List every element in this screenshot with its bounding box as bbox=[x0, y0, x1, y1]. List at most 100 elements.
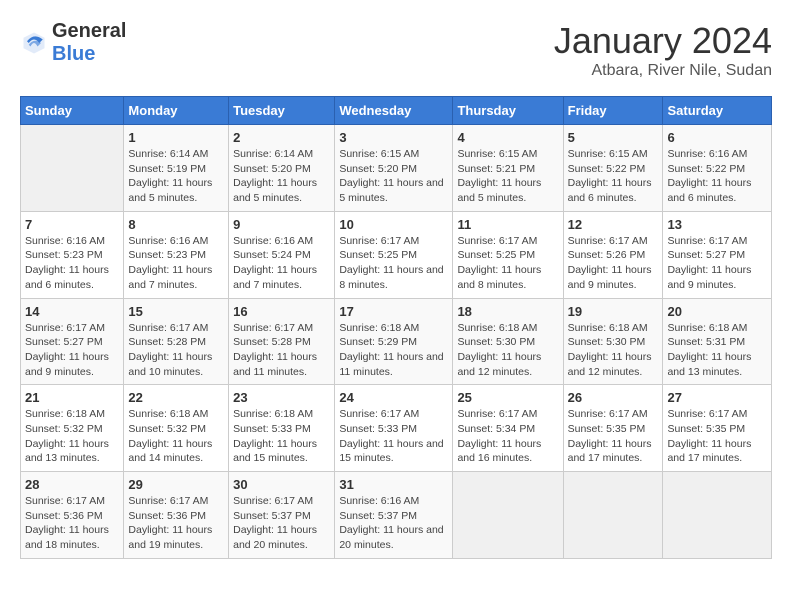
header-day-thursday: Thursday bbox=[453, 97, 563, 125]
calendar-cell: 5 Sunrise: 6:15 AMSunset: 5:22 PMDaylight… bbox=[563, 125, 663, 212]
day-number: 19 bbox=[568, 304, 659, 319]
calendar-cell: 11Sunrise: 6:17 AMSunset: 5:25 PMDayligh… bbox=[453, 211, 563, 298]
title-area: January 2024 Atbara, River Nile, Sudan bbox=[554, 20, 772, 80]
calendar-cell: 30 Sunrise: 6:17 AMSunset: 5:37 PMDayligh… bbox=[229, 472, 335, 559]
day-number: 15 bbox=[128, 304, 224, 319]
day-detail: Sunrise: 6:17 AMSunset: 5:34 PMDaylight:… bbox=[457, 407, 558, 466]
header-day-tuesday: Tuesday bbox=[229, 97, 335, 125]
day-number: 30 bbox=[233, 477, 330, 492]
calendar-cell: 29Sunrise: 6:17 AMSunset: 5:36 PMDayligh… bbox=[124, 472, 229, 559]
day-number: 25 bbox=[457, 390, 558, 405]
logo-text: General Blue bbox=[52, 20, 126, 66]
calendar-cell: 19 Sunrise: 6:18 AMSunset: 5:30 PMDayligh… bbox=[563, 298, 663, 385]
calendar-cell: 7 Sunrise: 6:16 AMSunset: 5:23 PMDaylight… bbox=[21, 211, 124, 298]
calendar-cell: 14 Sunrise: 6:17 AMSunset: 5:27 PMDayligh… bbox=[21, 298, 124, 385]
day-number: 27 bbox=[667, 390, 767, 405]
calendar-cell: 23 Sunrise: 6:18 AMSunset: 5:33 PMDayligh… bbox=[229, 385, 335, 472]
day-number: 12 bbox=[568, 217, 659, 232]
calendar-cell: 1 Sunrise: 6:14 AMSunset: 5:19 PMDaylight… bbox=[124, 125, 229, 212]
day-detail: Sunrise: 6:16 AMSunset: 5:23 PMDaylight:… bbox=[25, 234, 119, 293]
header: General Blue January 2024 Atbara, River … bbox=[20, 20, 772, 80]
day-detail: Sunrise: 6:17 AMSunset: 5:27 PMDaylight:… bbox=[667, 234, 767, 293]
header-day-monday: Monday bbox=[124, 97, 229, 125]
day-detail: Sunrise: 6:17 AMSunset: 5:27 PMDaylight:… bbox=[25, 321, 119, 380]
day-detail: Sunrise: 6:18 AMSunset: 5:32 PMDaylight:… bbox=[25, 407, 119, 466]
day-number: 24 bbox=[339, 390, 448, 405]
calendar-cell: 6 Sunrise: 6:16 AMSunset: 5:22 PMDaylight… bbox=[663, 125, 772, 212]
calendar-cell: 4 Sunrise: 6:15 AMSunset: 5:21 PMDaylight… bbox=[453, 125, 563, 212]
calendar-cell: 27 Sunrise: 6:17 AMSunset: 5:35 PMDayligh… bbox=[663, 385, 772, 472]
day-number: 28 bbox=[25, 477, 119, 492]
header-day-friday: Friday bbox=[563, 97, 663, 125]
day-number: 5 bbox=[568, 130, 659, 145]
day-detail: Sunrise: 6:17 AMSunset: 5:35 PMDaylight:… bbox=[667, 407, 767, 466]
day-detail: Sunrise: 6:18 AMSunset: 5:30 PMDaylight:… bbox=[457, 321, 558, 380]
calendar-cell: 16Sunrise: 6:17 AMSunset: 5:28 PMDayligh… bbox=[229, 298, 335, 385]
main-title: January 2024 bbox=[554, 20, 772, 62]
day-detail: Sunrise: 6:17 AMSunset: 5:36 PMDaylight:… bbox=[25, 494, 119, 553]
calendar-week-row: 1 Sunrise: 6:14 AMSunset: 5:19 PMDaylight… bbox=[21, 125, 772, 212]
day-detail: Sunrise: 6:17 AMSunset: 5:35 PMDaylight:… bbox=[568, 407, 659, 466]
calendar-cell bbox=[21, 125, 124, 212]
calendar-week-row: 28 Sunrise: 6:17 AMSunset: 5:36 PMDayligh… bbox=[21, 472, 772, 559]
day-detail: Sunrise: 6:18 AMSunset: 5:33 PMDaylight:… bbox=[233, 407, 330, 466]
day-number: 26 bbox=[568, 390, 659, 405]
day-detail: Sunrise: 6:17 AMSunset: 5:25 PMDaylight:… bbox=[339, 234, 448, 293]
calendar-header-row: SundayMondayTuesdayWednesdayThursdayFrid… bbox=[21, 97, 772, 125]
day-detail: Sunrise: 6:15 AMSunset: 5:22 PMDaylight:… bbox=[568, 147, 659, 206]
calendar-cell: 18 Sunrise: 6:18 AMSunset: 5:30 PMDayligh… bbox=[453, 298, 563, 385]
day-detail: Sunrise: 6:16 AMSunset: 5:22 PMDaylight:… bbox=[667, 147, 767, 206]
day-detail: Sunrise: 6:15 AMSunset: 5:21 PMDaylight:… bbox=[457, 147, 558, 206]
day-number: 20 bbox=[667, 304, 767, 319]
calendar-cell: 15 Sunrise: 6:17 AMSunset: 5:28 PMDayligh… bbox=[124, 298, 229, 385]
calendar-cell: 20 Sunrise: 6:18 AMSunset: 5:31 PMDayligh… bbox=[663, 298, 772, 385]
calendar-cell bbox=[453, 472, 563, 559]
day-detail: Sunrise: 6:18 AMSunset: 5:31 PMDaylight:… bbox=[667, 321, 767, 380]
day-number: 23 bbox=[233, 390, 330, 405]
day-detail: Sunrise: 6:17 AMSunset: 5:33 PMDaylight:… bbox=[339, 407, 448, 466]
day-number: 8 bbox=[128, 217, 224, 232]
day-number: 1 bbox=[128, 130, 224, 145]
generalblue-icon bbox=[20, 29, 48, 57]
day-number: 18 bbox=[457, 304, 558, 319]
logo: General Blue bbox=[20, 20, 126, 66]
day-detail: Sunrise: 6:17 AMSunset: 5:37 PMDaylight:… bbox=[233, 494, 330, 553]
subtitle: Atbara, River Nile, Sudan bbox=[554, 62, 772, 80]
calendar-cell: 3Sunrise: 6:15 AMSunset: 5:20 PMDaylight… bbox=[335, 125, 453, 212]
calendar-cell: 22Sunrise: 6:18 AMSunset: 5:32 PMDayligh… bbox=[124, 385, 229, 472]
header-day-wednesday: Wednesday bbox=[335, 97, 453, 125]
day-detail: Sunrise: 6:17 AMSunset: 5:36 PMDaylight:… bbox=[128, 494, 224, 553]
day-detail: Sunrise: 6:14 AMSunset: 5:19 PMDaylight:… bbox=[128, 147, 224, 206]
calendar-cell bbox=[663, 472, 772, 559]
calendar-week-row: 14 Sunrise: 6:17 AMSunset: 5:27 PMDayligh… bbox=[21, 298, 772, 385]
calendar-week-row: 21 Sunrise: 6:18 AMSunset: 5:32 PMDayligh… bbox=[21, 385, 772, 472]
calendar-week-row: 7 Sunrise: 6:16 AMSunset: 5:23 PMDaylight… bbox=[21, 211, 772, 298]
day-number: 31 bbox=[339, 477, 448, 492]
day-detail: Sunrise: 6:16 AMSunset: 5:24 PMDaylight:… bbox=[233, 234, 330, 293]
day-number: 2 bbox=[233, 130, 330, 145]
calendar-cell: 9Sunrise: 6:16 AMSunset: 5:24 PMDaylight… bbox=[229, 211, 335, 298]
day-number: 6 bbox=[667, 130, 767, 145]
day-detail: Sunrise: 6:18 AMSunset: 5:30 PMDaylight:… bbox=[568, 321, 659, 380]
day-number: 22 bbox=[128, 390, 224, 405]
calendar-cell: 8 Sunrise: 6:16 AMSunset: 5:23 PMDaylight… bbox=[124, 211, 229, 298]
header-day-sunday: Sunday bbox=[21, 97, 124, 125]
calendar-cell bbox=[563, 472, 663, 559]
day-detail: Sunrise: 6:17 AMSunset: 5:28 PMDaylight:… bbox=[233, 321, 330, 380]
day-detail: Sunrise: 6:16 AMSunset: 5:37 PMDaylight:… bbox=[339, 494, 448, 553]
day-number: 17 bbox=[339, 304, 448, 319]
day-number: 7 bbox=[25, 217, 119, 232]
calendar-cell: 31 Sunrise: 6:16 AMSunset: 5:37 PMDayligh… bbox=[335, 472, 453, 559]
calendar-cell: 10 Sunrise: 6:17 AMSunset: 5:25 PMDayligh… bbox=[335, 211, 453, 298]
day-number: 13 bbox=[667, 217, 767, 232]
day-detail: Sunrise: 6:17 AMSunset: 5:26 PMDaylight:… bbox=[568, 234, 659, 293]
day-detail: Sunrise: 6:17 AMSunset: 5:28 PMDaylight:… bbox=[128, 321, 224, 380]
day-number: 3 bbox=[339, 130, 448, 145]
day-number: 10 bbox=[339, 217, 448, 232]
day-detail: Sunrise: 6:16 AMSunset: 5:23 PMDaylight:… bbox=[128, 234, 224, 293]
calendar-cell: 26 Sunrise: 6:17 AMSunset: 5:35 PMDayligh… bbox=[563, 385, 663, 472]
day-number: 4 bbox=[457, 130, 558, 145]
day-detail: Sunrise: 6:14 AMSunset: 5:20 PMDaylight:… bbox=[233, 147, 330, 206]
day-number: 21 bbox=[25, 390, 119, 405]
day-number: 14 bbox=[25, 304, 119, 319]
